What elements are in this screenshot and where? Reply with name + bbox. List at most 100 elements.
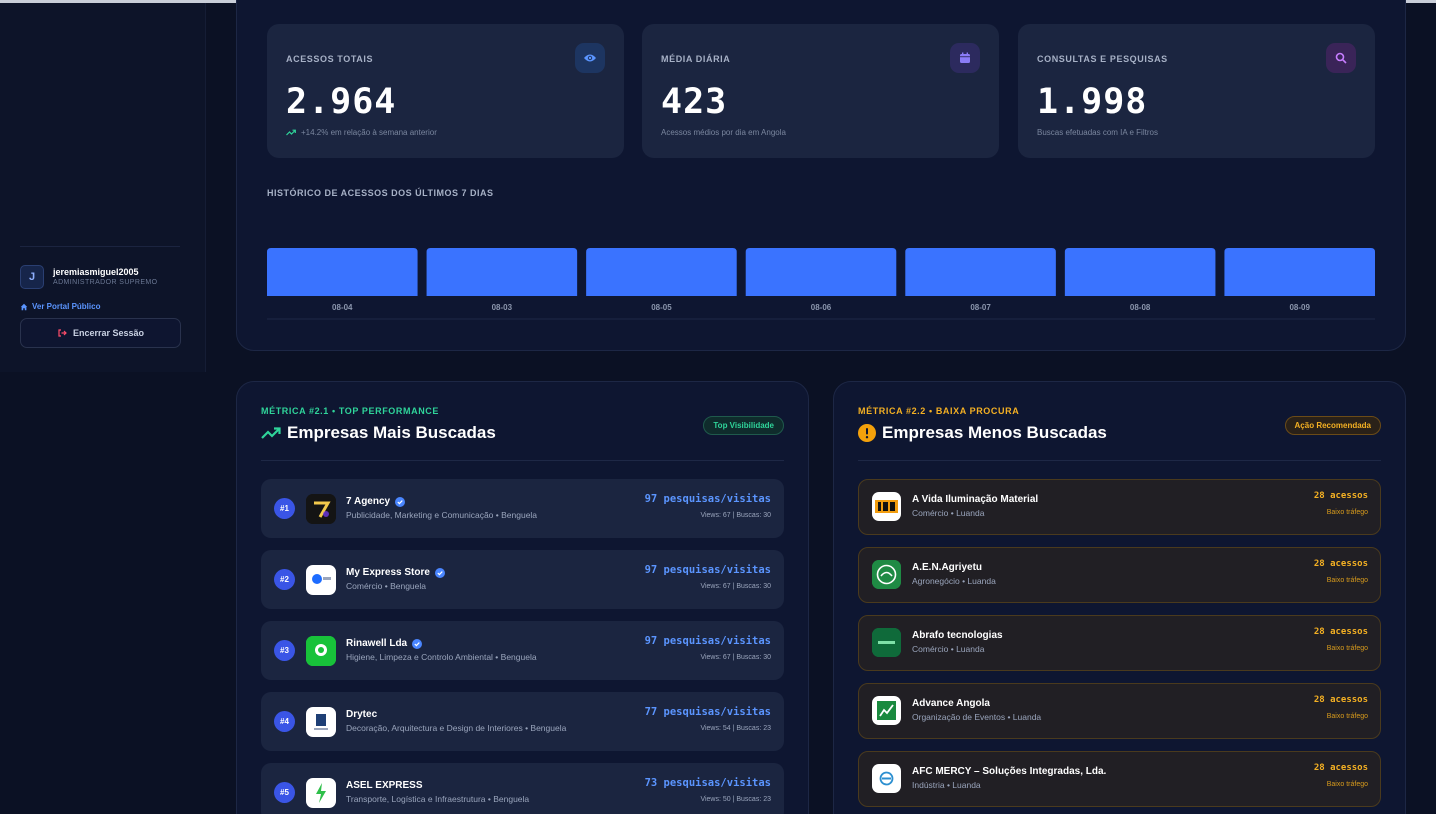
company-logo [306, 778, 336, 808]
list-item[interactable]: Abrafo tecnologias Comércio • Luanda 28 … [858, 615, 1381, 671]
rank-badge: #5 [274, 782, 295, 803]
company-visits: 28 acessos [1313, 695, 1368, 705]
logout-label: Encerrar Sessão [72, 328, 145, 338]
user-role: ADMINISTRADOR SUPREMO [53, 279, 158, 286]
list-item[interactable]: Advance Angola Organização de Eventos • … [858, 683, 1381, 739]
home-icon [20, 303, 28, 310]
rank-badge: #3 [274, 640, 295, 661]
company-name: Abrafo tecnologias [912, 630, 1003, 641]
verified-icon [434, 567, 445, 578]
low-traffic-label: Baixo tráfego [1326, 577, 1368, 584]
company-category: Comércio • Benguela [346, 581, 426, 591]
metric-title-text: Empresas Mais Buscadas [287, 423, 496, 442]
rank-badge: #2 [274, 569, 295, 590]
stat-value: 1.998 [1037, 82, 1148, 122]
verified-icon [395, 496, 406, 507]
trend-up-icon [286, 129, 296, 136]
chart-tick-label: 08-04 [332, 303, 353, 312]
low-traffic-label: Baixo tráfego [1326, 645, 1368, 652]
chart-bar[interactable] [586, 248, 737, 296]
user-name: jeremiasmiguel2005 [53, 267, 139, 277]
stat-note-text: +14.2% em relação à semana anterior [301, 128, 437, 137]
company-logo [872, 492, 901, 521]
company-category: Publicidade, Marketing e Comunicação • B… [346, 510, 538, 520]
company-logo [306, 494, 336, 524]
list-item[interactable]: #2 My Express Store Comércio • Benguela … [261, 550, 784, 609]
company-meta: Views: 67 | Buscas: 30 [700, 512, 771, 519]
company-name: 7 Agency [346, 496, 406, 507]
company-visits: 28 acessos [1313, 763, 1368, 773]
company-name: Rinawell Lda [346, 638, 423, 649]
logout-icon [58, 329, 67, 337]
metric-title: Empresas Mais Buscadas [261, 423, 496, 443]
company-visits: 97 pesquisas/visitas [644, 493, 771, 505]
company-category: Transporte, Logística e Infraestrutura •… [346, 794, 530, 804]
company-category: Comércio • Luanda [912, 644, 985, 654]
list-item[interactable]: #4 Drytec Decoração, Arquitectura e Desi… [261, 692, 784, 751]
company-name-text: My Express Store [346, 567, 430, 578]
company-meta: Views: 54 | Buscas: 23 [700, 725, 771, 732]
divider [261, 460, 784, 461]
list-item[interactable]: #3 Rinawell Lda Higiene, Limpeza e Contr… [261, 621, 784, 680]
chart-bar[interactable] [1064, 248, 1216, 296]
company-logo [872, 560, 901, 589]
chart-bar[interactable] [745, 248, 897, 296]
chart-bar[interactable] [267, 248, 418, 296]
public-portal-label: Ver Portal Público [32, 302, 101, 311]
chart-tick-label: 08-05 [651, 303, 672, 312]
company-category: Indústria • Luanda [912, 780, 981, 790]
calendar-icon [950, 43, 980, 73]
logout-button[interactable]: Encerrar Sessão [20, 318, 181, 348]
chart-bar[interactable] [1224, 248, 1375, 296]
company-visits: 28 acessos [1313, 491, 1368, 501]
chart-bar[interactable] [426, 248, 578, 296]
company-logo [306, 707, 336, 737]
stat-label: CONSULTAS E PESQUISAS [1037, 54, 1168, 64]
public-portal-link[interactable]: Ver Portal Público [20, 302, 100, 311]
stat-value: 2.964 [286, 82, 397, 122]
company-meta: Views: 67 | Buscas: 30 [700, 583, 771, 590]
low-traffic-label: Baixo tráfego [1326, 509, 1368, 516]
chart-tick-label: 08-06 [811, 303, 832, 312]
chart-tick-label: 08-09 [1289, 303, 1310, 312]
company-visits: 73 pesquisas/visitas [644, 777, 771, 789]
stat-card-daily-average: MÉDIA DIÁRIA 423 Acessos médios por dia … [642, 24, 999, 158]
chart-title: HISTÓRICO DE ACESSOS DOS ÚLTIMOS 7 DIAS [267, 188, 494, 198]
chart-tick-label: 08-08 [1130, 303, 1151, 312]
access-history-chart: 08-04 08-03 08-05 08-06 08-07 08-08 08-09 [267, 248, 1375, 320]
list-item[interactable]: AFC MERCY – Soluções Integradas, Lda. In… [858, 751, 1381, 807]
company-name-text: 7 Agency [346, 496, 391, 507]
sidebar: J jeremiasmiguel2005 ADMINISTRADOR SUPRE… [0, 3, 206, 372]
company-category: Agronegócio • Luanda [912, 576, 996, 586]
company-meta: Views: 67 | Buscas: 30 [700, 654, 771, 661]
list-item[interactable]: #5 ASEL EXPRESS Transporte, Logística e … [261, 763, 784, 814]
company-logo [872, 628, 901, 657]
company-meta: Views: 50 | Buscas: 23 [700, 796, 771, 803]
company-name-text: Rinawell Lda [346, 638, 408, 649]
stat-label: MÉDIA DIÁRIA [661, 54, 731, 64]
metric-tag: MÉTRICA #2.1 • TOP PERFORMANCE [261, 406, 440, 416]
metric-title-text: Empresas Menos Buscadas [882, 423, 1107, 442]
stat-card-searches: CONSULTAS E PESQUISAS 1.998 Buscas efetu… [1018, 24, 1375, 158]
company-category: Organização de Eventos • Luanda [912, 712, 1042, 722]
list-item[interactable]: A Vida Iluminação Material Comércio • Lu… [858, 479, 1381, 535]
stat-note: Acessos médios por dia em Angola [661, 128, 786, 137]
warning-icon [858, 424, 876, 442]
list-item[interactable]: A.E.N.Agriyetu Agronegócio • Luanda 28 a… [858, 547, 1381, 603]
company-visits: 28 acessos [1313, 627, 1368, 637]
company-visits: 77 pesquisas/visitas [644, 706, 771, 718]
company-category: Decoração, Arquitectura e Design de Inte… [346, 723, 567, 733]
stat-note: Buscas efetuadas com IA e Filtros [1037, 128, 1158, 137]
list-item[interactable]: #1 7 Agency Publicidade, Marketing e Com… [261, 479, 784, 538]
company-logo [872, 696, 901, 725]
stat-label: ACESSOS TOTAIS [286, 54, 374, 64]
company-logo [306, 565, 336, 595]
low-traffic-label: Baixo tráfego [1326, 713, 1368, 720]
top-companies-panel: MÉTRICA #2.1 • TOP PERFORMANCE Empresas … [236, 381, 809, 814]
stat-note: +14.2% em relação à semana anterior [286, 128, 437, 137]
chart-tick-label: 08-03 [492, 303, 513, 312]
company-name-text: ASEL EXPRESS [346, 780, 423, 791]
chart-bar[interactable] [905, 248, 1056, 296]
company-name: ASEL EXPRESS [346, 780, 423, 791]
action-recommended-badge: Ação Recomendada [1284, 416, 1381, 435]
